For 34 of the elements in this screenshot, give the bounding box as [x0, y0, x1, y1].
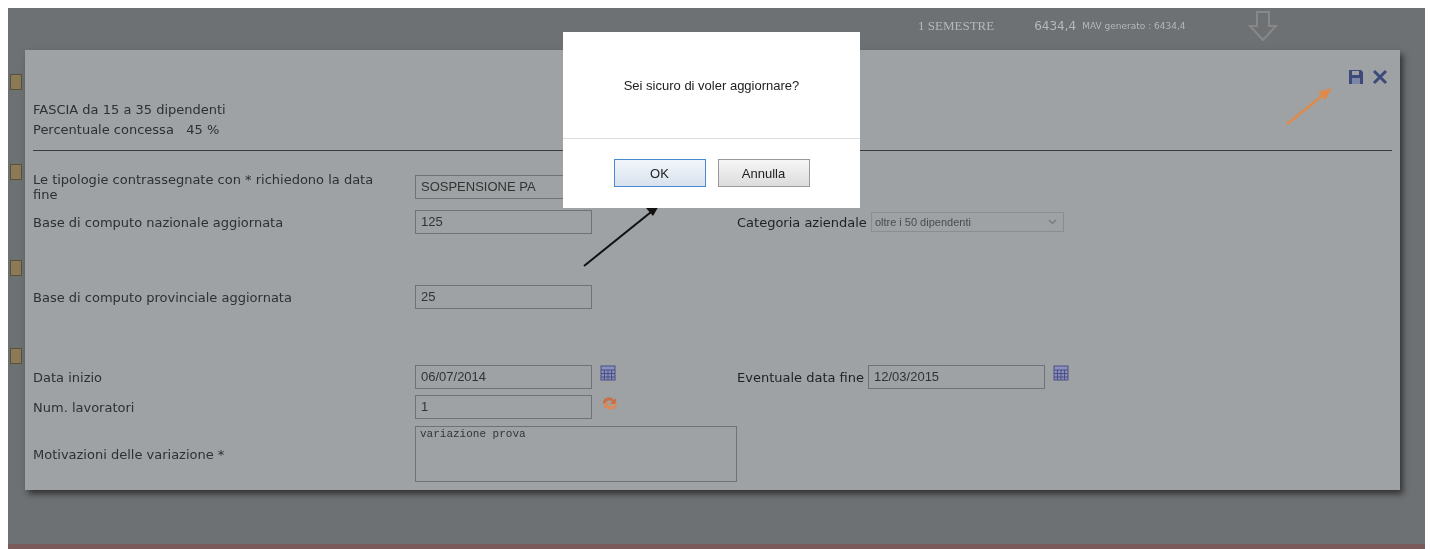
refresh-icon[interactable]	[600, 395, 620, 411]
save-icon[interactable]	[1348, 69, 1364, 85]
field-label: Base di computo nazionale aggiornata	[33, 214, 285, 230]
field-label: Base di computo provinciale aggiornata	[33, 289, 293, 305]
side-tab[interactable]	[10, 164, 22, 180]
dropdown-field[interactable]: oltre i 50 dipendenti	[870, 212, 1064, 232]
info-text: FASCIA da 15 a 35 dipendenti	[33, 101, 227, 119]
dialog-message: Sei sicuro di voler aggiornare?	[563, 32, 860, 139]
dialog-button[interactable]: OK	[613, 159, 706, 187]
field-label: Eventuale data fine	[737, 369, 865, 385]
field-label: Categoria aziendale	[737, 214, 867, 230]
close-icon[interactable]	[1372, 69, 1388, 85]
side-tab[interactable]	[10, 348, 22, 364]
side-tab[interactable]	[10, 74, 22, 90]
field-label: Motivazioni delle variazione *	[33, 446, 226, 462]
amount-text: 6434,4	[1034, 19, 1077, 33]
download-icon[interactable]	[1245, 9, 1280, 43]
info-text: Percentuale concessa 45 %	[33, 121, 221, 139]
field-label: Data inizio	[33, 369, 104, 385]
mav-text: MAV generato : 6434,4	[1082, 21, 1186, 31]
period-label: 1 SEMESTRE	[918, 18, 995, 34]
textarea-field[interactable]: variazione prova	[415, 426, 737, 482]
calendar-icon[interactable]	[600, 365, 616, 381]
input-field[interactable]: 125	[415, 210, 592, 234]
caret-icon	[1047, 219, 1057, 225]
field-label: Le tipologie contrassegnate con * richiedono la data fine	[33, 172, 375, 202]
input-field[interactable]: 25	[415, 285, 592, 309]
calendar-icon[interactable]	[1053, 365, 1070, 381]
side-tab[interactable]	[10, 260, 22, 276]
input-field[interactable]: 12/03/2015	[868, 365, 1046, 389]
input-field[interactable]: 1	[415, 395, 592, 419]
dialog-button[interactable]: Annulla	[717, 159, 810, 187]
field-label: Num. lavoratori	[33, 399, 136, 415]
input-field[interactable]: 06/07/2014	[415, 365, 592, 389]
